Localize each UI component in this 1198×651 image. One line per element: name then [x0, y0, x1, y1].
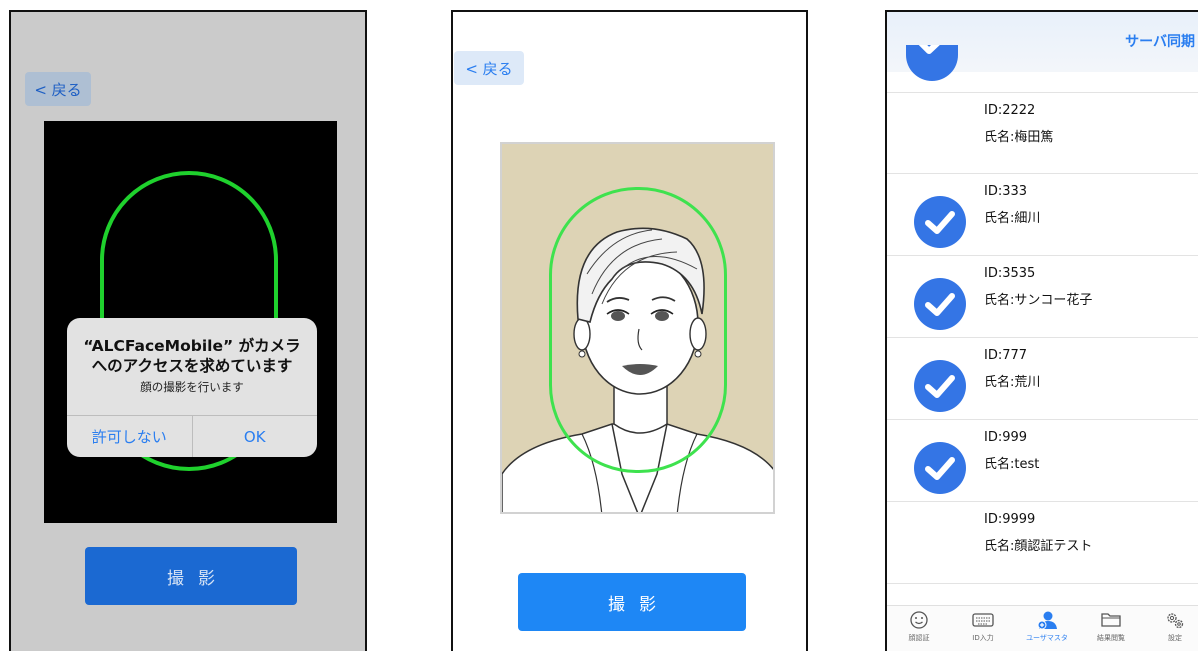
tab-gear[interactable]: 設定	[1143, 606, 1198, 651]
user-id: ID:9999	[984, 512, 1036, 527]
alert-title-line-2: へのアクセスを求めています	[91, 357, 293, 375]
tab-label: 設定	[1168, 634, 1182, 642]
user-name: 氏名:サンコー花子	[984, 293, 1093, 308]
tab-label: ユーザマスタ	[1026, 634, 1068, 642]
tab-folder[interactable]: 結果閲覧	[1079, 606, 1143, 651]
checkmark-icon	[914, 196, 966, 248]
smiley-icon	[909, 610, 929, 630]
user-name: 氏名:梅田篤	[984, 130, 1054, 145]
checkmark-icon	[906, 45, 958, 81]
camera-permission-alert: “ALCFaceMobile” がカメラ へのアクセスを求めています 顔の撮影を…	[67, 318, 317, 457]
screen-user-master: サーバ同期 ID:2222氏名:梅田篤›ID:333氏名:細川›ID:3535氏…	[885, 10, 1198, 651]
checkmark-icon	[914, 360, 966, 412]
alert-buttons: 許可しない OK	[67, 415, 317, 457]
user-id: ID:999	[984, 430, 1028, 445]
shoot-button[interactable]: 撮影	[85, 547, 297, 605]
user-list-row[interactable]: ID:999氏名:test›	[887, 420, 1198, 502]
alert-title-line-1: “ALCFaceMobile” がカメラ	[83, 337, 301, 355]
shoot-button[interactable]: 撮影	[518, 573, 746, 631]
user-id: ID:2222	[984, 103, 1036, 118]
face-portrait-image	[500, 142, 775, 514]
tab-smiley[interactable]: 顔認証	[887, 606, 951, 651]
folder-icon	[1100, 610, 1122, 630]
tab-label: 顔認証	[908, 634, 930, 642]
tab-keyboard[interactable]: ID入力	[951, 606, 1015, 651]
gear-icon	[1164, 610, 1186, 630]
user-list-row[interactable]: ID:777氏名:荒川›	[887, 338, 1198, 420]
alert-message: 顔の撮影を行います	[140, 380, 244, 394]
tab-add-user[interactable]: ユーザマスタ	[1015, 606, 1079, 651]
user-list-row[interactable]: ID:9999氏名:顔認証テスト›	[887, 502, 1198, 584]
user-name: 氏名:test	[984, 457, 1040, 472]
user-id: ID:777	[984, 348, 1028, 363]
checkmark-icon	[914, 278, 966, 330]
face-guide-frame	[549, 187, 727, 473]
back-button[interactable]: < 戻る	[25, 72, 91, 106]
screen-face-capture: < 戻る 撮影	[451, 10, 808, 651]
deny-button[interactable]: 許可しない	[67, 416, 192, 457]
keyboard-icon	[972, 610, 994, 630]
user-id: ID:333	[984, 184, 1028, 199]
user-name: 氏名:顔認証テスト	[984, 539, 1093, 554]
user-list: ID:2222氏名:梅田篤›ID:333氏名:細川›ID:3535氏名:サンコー…	[887, 92, 1198, 584]
user-name: 氏名:細川	[984, 211, 1041, 226]
screen-camera-permission: < 戻る “ALCFaceMobile” がカメラ へのアクセスを求めています …	[9, 10, 367, 651]
user-id: ID:3535	[984, 266, 1036, 281]
ok-button[interactable]: OK	[191, 416, 318, 457]
user-list-row[interactable]: ID:3535氏名:サンコー花子›	[887, 256, 1198, 338]
tab-label: 結果閲覧	[1097, 634, 1125, 642]
tab-bar: 顔認証 ID入力 ユーザマスタ 結果閲覧 設定	[887, 605, 1198, 651]
add-user-icon	[1036, 610, 1058, 630]
tab-label: ID入力	[972, 634, 994, 642]
back-button[interactable]: < 戻る	[454, 51, 524, 85]
user-name: 氏名:荒川	[984, 375, 1041, 390]
alert-title: “ALCFaceMobile” がカメラ へのアクセスを求めています	[77, 336, 307, 376]
user-list-row[interactable]: ID:333氏名:細川›	[887, 174, 1198, 256]
checkmark-icon	[914, 442, 966, 494]
server-sync-button[interactable]: サーバ同期	[1125, 31, 1195, 51]
user-list-row[interactable]: ID:2222氏名:梅田篤›	[887, 92, 1198, 174]
